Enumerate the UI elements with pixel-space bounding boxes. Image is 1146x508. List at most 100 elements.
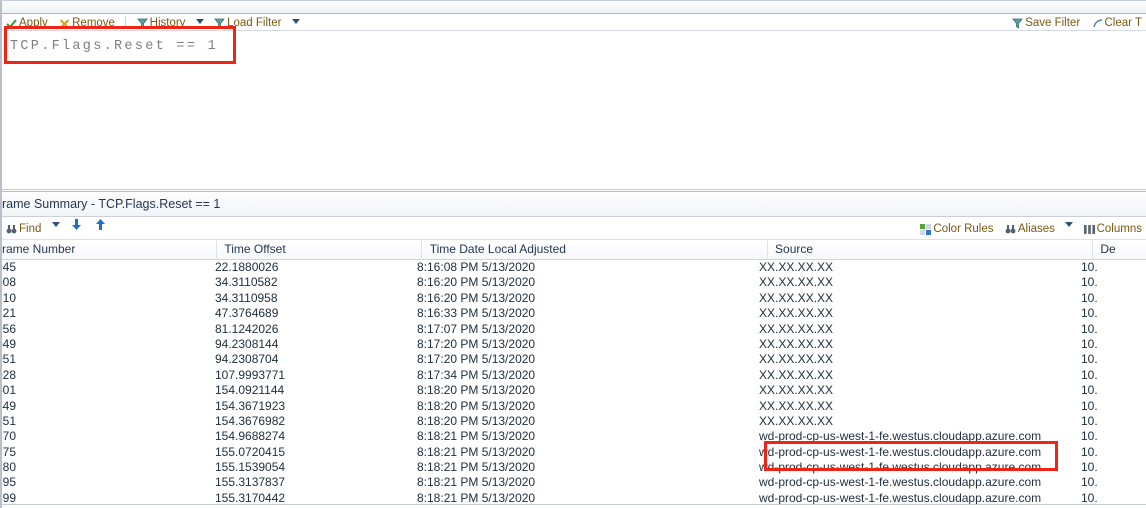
cell-time-offset: 47.3764689 — [215, 306, 279, 321]
columns-button[interactable]: Columns — [1080, 218, 1146, 239]
cell-time-date: 8:17:34 PM 5/13/2020 — [417, 367, 536, 382]
cell-source: XX.XX.XX.XX — [759, 275, 834, 290]
cell-destination: 10. — [1081, 306, 1098, 321]
cell-time-date: 8:18:21 PM 5/13/2020 — [417, 444, 536, 459]
aliases-chevron-down-icon[interactable] — [1065, 222, 1074, 227]
table-row[interactable]: 570 154.9688274 8:18:21 PM 5/13/2020 wd-pro… — [2, 429, 1146, 444]
cell-time-date: 8:17:20 PM 5/13/2020 — [417, 352, 536, 367]
column-header-destination[interactable]: De — [1096, 240, 1146, 260]
cell-destination: 10. — [1081, 460, 1098, 475]
apply-button[interactable]: Apply — [2, 15, 52, 30]
find-next-arrow-down-icon[interactable] — [71, 218, 82, 231]
table-row[interactable]: 945 22.1880026 8:16:08 PM 5/13/2020 XX.XX.X… — [2, 260, 1146, 275]
load-filter-label: Load Filter — [227, 17, 282, 29]
cell-frame-number: 049 — [2, 336, 17, 351]
cell-time-date: 8:18:21 PM 5/13/2020 — [417, 429, 536, 444]
column-header-source[interactable]: Source — [771, 240, 1094, 260]
filter-toolbar: Apply Remove History Load Filter Save Fi… — [2, 15, 1146, 31]
table-row[interactable]: 028 107.9993771 8:17:34 PM 5/13/2020 XX.XX.… — [2, 368, 1146, 383]
cell-source: XX.XX.XX.XX — [759, 290, 834, 305]
toolbar-separator — [125, 16, 127, 29]
grid-bottom-edge — [2, 504, 1146, 508]
find-previous-arrow-up-icon[interactable] — [95, 218, 106, 231]
remove-button[interactable]: Remove — [55, 15, 119, 30]
cell-destination: 10. — [1081, 336, 1098, 351]
cell-destination: 10. — [1081, 444, 1098, 459]
find-toolbar: Find Color Rules Aliases Columns — [2, 218, 1146, 240]
cell-time-offset: 81.1242026 — [215, 321, 279, 336]
cell-source: XX.XX.XX.XX — [759, 336, 834, 351]
table-row[interactable]: 049 94.2308144 8:17:20 PM 5/13/2020 XX.XX.X… — [2, 337, 1146, 352]
filter-toolbar-right-group: Save Filter Clear T — [1008, 15, 1146, 30]
cell-time-date: 8:16:08 PM 5/13/2020 — [417, 260, 536, 274]
table-row[interactable]: 451 154.3676982 8:18:20 PM 5/13/2020 XX.XX.… — [2, 414, 1146, 429]
cell-frame-number: 608 — [2, 275, 17, 290]
table-row[interactable]: 595 155.3137837 8:18:21 PM 5/13/2020 wd-pro… — [2, 475, 1146, 490]
funnel-icon — [136, 18, 148, 29]
cell-time-date: 8:18:21 PM 5/13/2020 — [417, 460, 536, 475]
table-row[interactable]: 610 34.3110958 8:16:20 PM 5/13/2020 XX.XX.X… — [2, 291, 1146, 306]
history-chevron-down-icon[interactable] — [195, 19, 204, 24]
color-rules-label: Color Rules — [933, 223, 994, 235]
cell-time-offset: 155.1539054 — [215, 460, 286, 475]
aliases-label: Aliases — [1017, 223, 1055, 235]
cell-time-offset: 155.3137837 — [215, 475, 286, 490]
frame-summary-panel: rame Summary - TCP.Flags.Reset == 1 Find — [2, 191, 1146, 508]
cell-destination: 10. — [1081, 429, 1098, 444]
column-header-time-date-local-adjusted[interactable]: Time Date Local Adjusted — [426, 240, 768, 260]
cell-frame-number: 610 — [2, 290, 17, 305]
cell-frame-number: 945 — [2, 260, 17, 274]
cell-time-date: 8:18:20 PM 5/13/2020 — [417, 383, 536, 398]
table-row[interactable]: 608 34.3110582 8:16:20 PM 5/13/2020 XX.XX.X… — [2, 275, 1146, 290]
column-header-time-offset[interactable]: Time Offset — [220, 240, 423, 260]
frame-summary-grid: rame Number Time Offset Time Date Local … — [2, 240, 1146, 508]
history-button[interactable]: History — [133, 15, 190, 30]
filter-expression-editor[interactable]: TCP.Flags.Reset == 1 — [2, 32, 1146, 190]
cell-time-offset: 107.9993771 — [215, 367, 286, 382]
find-chevron-down-icon[interactable] — [51, 222, 60, 227]
load-filter-button[interactable]: Load Filter — [210, 15, 285, 30]
save-filter-label: Save Filter — [1025, 17, 1081, 29]
find-toolbar-right-group: Color Rules Aliases Columns — [916, 218, 1146, 235]
cell-destination: 10. — [1081, 352, 1098, 367]
frame-summary-title: rame Summary - TCP.Flags.Reset == 1 — [2, 197, 221, 211]
cell-destination: 10. — [1081, 413, 1098, 428]
cell-source: XX.XX.XX.XX — [759, 306, 834, 321]
save-filter-button[interactable]: Save Filter — [1008, 15, 1084, 30]
load-filter-chevron-down-icon[interactable] — [291, 19, 300, 24]
filter-expression-text[interactable]: TCP.Flags.Reset == 1 — [10, 39, 218, 54]
table-row[interactable]: 051 94.2308704 8:17:20 PM 5/13/2020 XX.XX.X… — [2, 352, 1146, 367]
cell-source: wd-prod-cp-us-west-1-fe.westus.cloudapp.… — [759, 444, 1042, 459]
cell-time-offset: 154.0921144 — [215, 383, 285, 398]
clear-text-button[interactable]: Clear T — [1088, 15, 1146, 30]
cell-frame-number: 621 — [2, 306, 17, 321]
table-row[interactable]: 580 155.1539054 8:18:21 PM 5/13/2020 wd-pro… — [2, 460, 1146, 475]
table-row[interactable]: 449 154.3671923 8:18:20 PM 5/13/2020 XX.XX.… — [2, 399, 1146, 414]
cell-time-date: 8:18:20 PM 5/13/2020 — [417, 398, 536, 413]
color-rules-button[interactable]: Color Rules — [916, 218, 997, 239]
cell-frame-number: 595 — [2, 475, 17, 490]
table-row[interactable]: 575 155.0720415 8:18:21 PM 5/13/2020 wd-pro… — [2, 445, 1146, 460]
table-row[interactable]: 056 81.1242026 8:17:07 PM 5/13/2020 XX.XX.X… — [2, 322, 1146, 337]
cell-time-offset: 154.3671923 — [215, 398, 286, 413]
cell-time-date: 8:16:33 PM 5/13/2020 — [417, 306, 536, 321]
cell-source: XX.XX.XX.XX — [759, 383, 834, 398]
table-row[interactable]: 621 47.3764689 8:16:33 PM 5/13/2020 XX.XX.X… — [2, 306, 1146, 321]
aliases-button[interactable]: Aliases — [1001, 218, 1059, 239]
column-header-frame-number[interactable]: rame Number — [2, 240, 217, 260]
cell-source: XX.XX.XX.XX — [759, 321, 834, 336]
cell-time-offset: 22.1880026 — [215, 260, 279, 274]
clear-text-label: Clear T — [1104, 17, 1143, 29]
cell-destination: 10. — [1081, 260, 1098, 274]
cell-source: wd-prod-cp-us-west-1-fe.westus.cloudapp.… — [759, 429, 1042, 444]
cell-destination: 10. — [1081, 398, 1098, 413]
cell-source: XX.XX.XX.XX — [759, 260, 834, 274]
cell-time-date: 8:16:20 PM 5/13/2020 — [417, 290, 536, 305]
find-button[interactable]: Find — [2, 218, 45, 239]
table-row[interactable]: 401 154.0921144 8:18:20 PM 5/13/2020 XX.XX.… — [2, 383, 1146, 398]
grid-header-row: rame Number Time Offset Time Date Local … — [2, 240, 1146, 260]
cell-source: XX.XX.XX.XX — [759, 413, 834, 428]
cell-frame-number: 449 — [2, 398, 17, 413]
columns-label: Columns — [1096, 223, 1142, 235]
cell-time-offset: 94.2308144 — [215, 336, 279, 351]
